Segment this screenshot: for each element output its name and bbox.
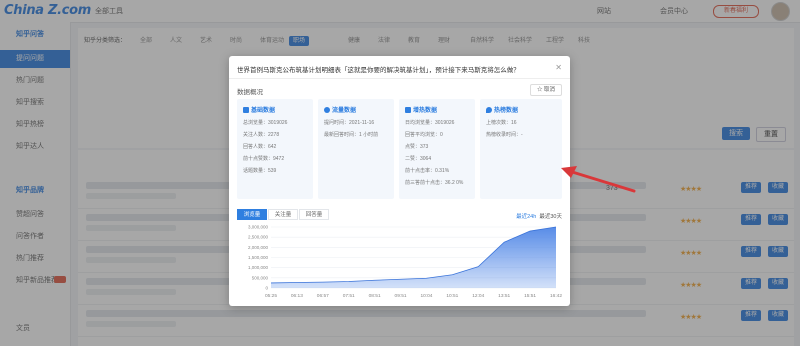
x-tick-label: 10:51 xyxy=(446,293,458,299)
y-tick-label: 2,000,000 xyxy=(248,245,269,250)
stat-line: 关注人数：2278 xyxy=(243,132,280,138)
cancel-label: 取消 xyxy=(544,87,556,93)
card-title: 热榜数据 xyxy=(486,105,518,114)
x-tick-label: 13:51 xyxy=(498,293,510,299)
y-tick-label: 1,500,000 xyxy=(248,255,269,260)
stat-line: 热榜收录时间：- xyxy=(486,132,523,138)
stat-line: 话题数量：539 xyxy=(243,168,277,174)
views-area-chart: 3,000,000 2,500,000 2,000,000 1,500,000 1,00… xyxy=(248,225,562,300)
modal-title: 世界首例马斯克公布筑基计划明细表「这就是你要的解决筑基计划」，预计接下来马斯克将… xyxy=(237,67,520,74)
traffic-icon xyxy=(324,107,330,113)
x-tick-label: 15:51 xyxy=(524,293,536,299)
x-tick-label: 07:51 xyxy=(343,293,355,299)
y-tick-label: 500,000 xyxy=(252,275,269,280)
tab-answers[interactable]: 回答量 xyxy=(299,209,329,220)
divider xyxy=(229,78,570,79)
grid-icon xyxy=(243,107,249,113)
stat-line: 点赞：373 xyxy=(405,144,429,150)
x-tick-label: 06:13 xyxy=(291,293,303,299)
y-tick-label: 1,000,000 xyxy=(248,265,269,270)
hot-list-data-card: 热榜数据 上榜次数：16 热榜收录时间：- xyxy=(480,99,562,199)
tab-follows[interactable]: 关注量 xyxy=(268,209,298,220)
bar-chart-icon xyxy=(405,107,411,113)
stat-line: 前三答前十点击：36.2 0% xyxy=(405,180,464,186)
stat-line: 前十点击率：0.31% xyxy=(405,168,450,174)
x-tick-label: 09:51 xyxy=(395,293,407,299)
stat-line: 最新回答时间：1 小时前 xyxy=(324,132,379,138)
flame-icon xyxy=(486,107,492,113)
range-24h-link[interactable]: 最近24h xyxy=(516,214,536,220)
card-title-text: 流量数据 xyxy=(332,108,357,114)
x-tick-label: 16:42 xyxy=(550,293,562,299)
card-title: 基础数据 xyxy=(243,105,275,114)
stat-line: 回答平均浏览：0 xyxy=(405,132,443,138)
stat-line: 前十点赞数：9472 xyxy=(243,156,285,162)
question-detail-modal: 世界首例马斯克公布筑基计划明细表「这就是你要的解决筑基计划」，预计接下来马斯克将… xyxy=(229,56,570,306)
card-title-text: 热榜数据 xyxy=(494,108,519,114)
y-tick-label: 2,500,000 xyxy=(248,235,269,240)
y-tick-label: 0 xyxy=(265,286,268,291)
x-tick-label: 12:04 xyxy=(472,293,484,299)
stat-line: 提问时间：2021-11-16 xyxy=(324,120,375,126)
x-tick-label: 06:57 xyxy=(317,293,329,299)
overview-label: 数据概况 xyxy=(237,89,263,96)
star-icon: ☆ xyxy=(536,87,543,93)
traffic-data-card: 流量数据 提问时间：2021-11-16 最新回答时间：1 小时前 xyxy=(318,99,394,199)
stat-line: 二赞：3064 xyxy=(405,156,432,162)
card-title-text: 基础数据 xyxy=(251,108,276,114)
stat-line: 总浏览量：3019026 xyxy=(243,120,288,126)
growth-data-card: 增热数据 日均浏览量：3019026 回答平均浏览：0 点赞：373 二赞：30… xyxy=(399,99,475,199)
x-tick-label: 05:25 xyxy=(265,293,277,299)
basic-data-card: 基础数据 总浏览量：3019026 关注人数：2278 回答人数：642 前十点… xyxy=(237,99,313,199)
range-links: 最近24h 最近30天 xyxy=(516,212,562,220)
x-tick-label: 08:51 xyxy=(369,293,381,299)
range-30d-link[interactable]: 最近30天 xyxy=(539,214,562,220)
y-tick-label: 3,000,000 xyxy=(248,225,269,230)
card-title: 增热数据 xyxy=(405,105,437,114)
tab-views[interactable]: 浏览量 xyxy=(237,209,267,220)
close-icon[interactable]: ✕ xyxy=(555,63,562,72)
card-title-text: 增热数据 xyxy=(413,108,438,114)
card-title: 流量数据 xyxy=(324,105,356,114)
stat-line: 上榜次数：16 xyxy=(486,120,517,126)
stat-line: 日均浏览量：3019026 xyxy=(405,120,455,126)
cancel-button[interactable]: ☆ 取消 xyxy=(530,84,562,96)
stat-line: 回答人数：642 xyxy=(243,144,277,150)
x-tick-label: 10:04 xyxy=(420,293,432,299)
